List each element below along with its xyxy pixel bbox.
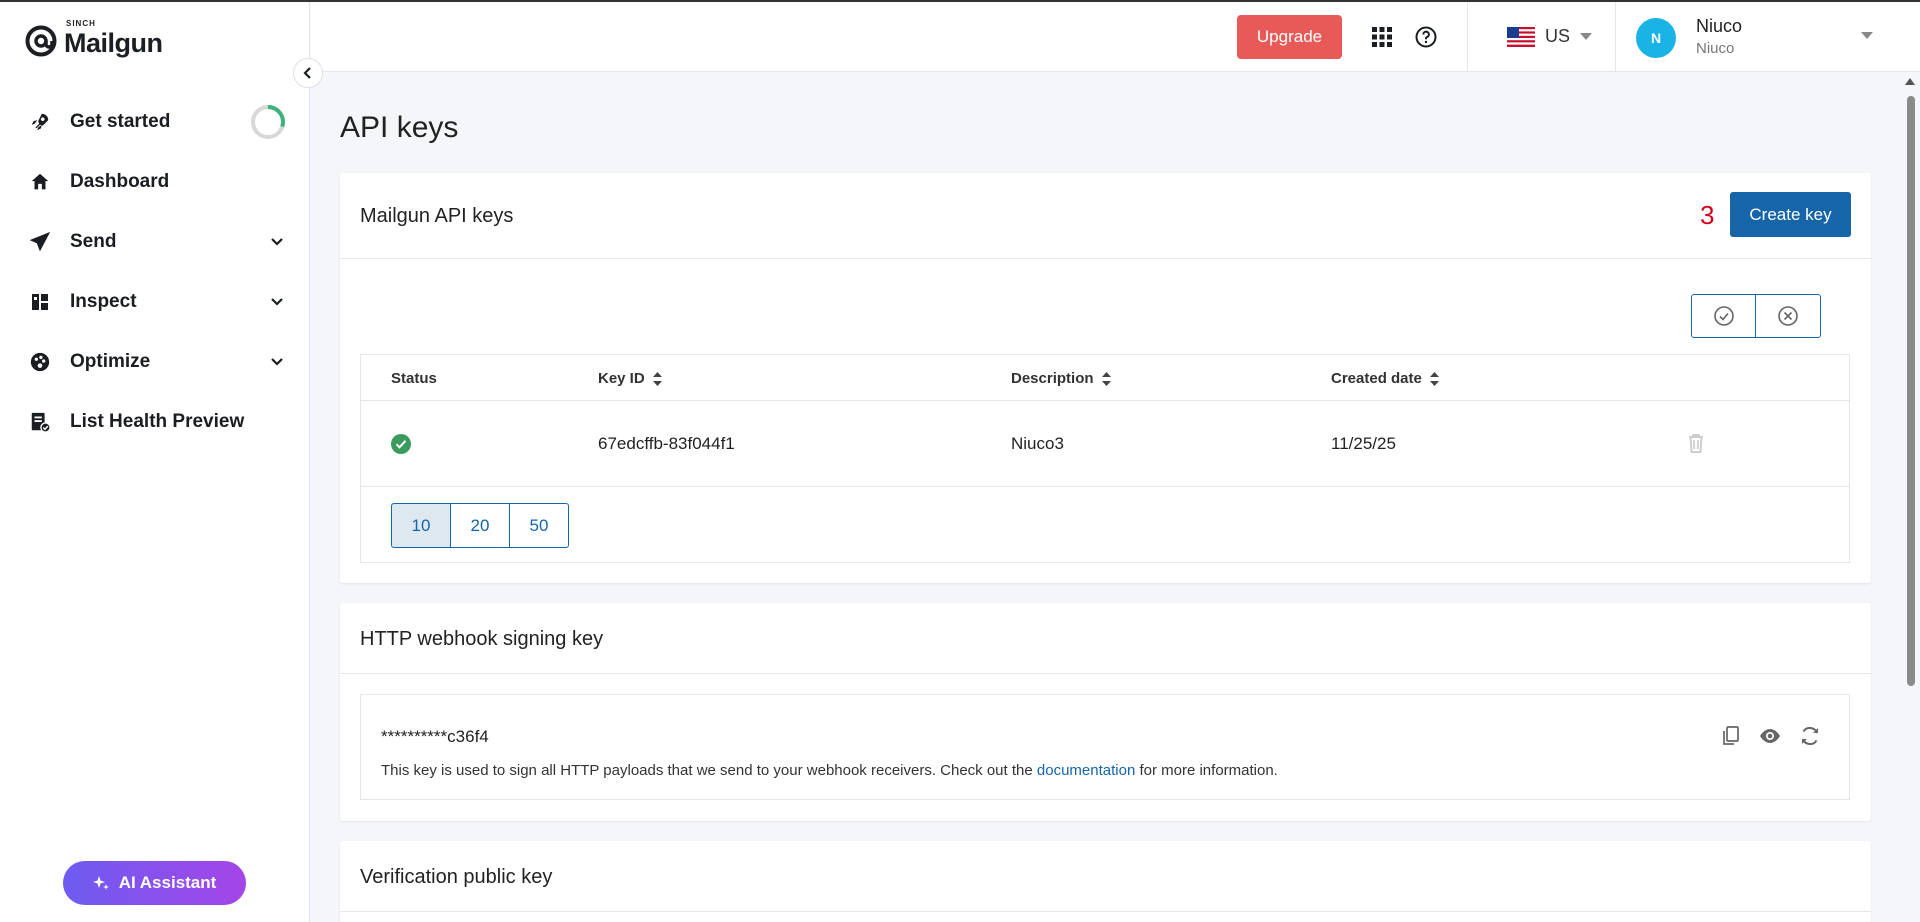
column-key-id[interactable]: Key ID <box>598 370 662 387</box>
masked-signing-key: **********c36f4 <box>381 727 489 746</box>
sparkle-icon <box>92 876 109 890</box>
sidebar-item-send[interactable]: Send <box>0 212 310 272</box>
top-bar: Upgrade US N Niuco Niuco <box>311 2 1920 72</box>
ai-assistant-button[interactable]: AI Assistant <box>63 861 246 905</box>
sort-icon <box>1429 371 1439 386</box>
sidebar: SINCH Mailgun Get started Dashboard Send… <box>0 0 310 922</box>
rocket-icon <box>28 110 52 134</box>
sidebar-item-label: Inspect <box>70 291 137 312</box>
chevron-down-icon <box>271 298 283 306</box>
list-check-icon <box>28 410 52 434</box>
webhook-key-box: **********c36f4 This key is used to sign… <box>360 694 1850 800</box>
apps-grid-icon[interactable] <box>1371 26 1393 53</box>
api-keys-title: Mailgun API keys <box>360 205 514 227</box>
sidebar-item-list-health-preview[interactable]: List Health Preview <box>0 392 310 452</box>
mailgun-logo[interactable]: SINCH Mailgun <box>24 19 163 59</box>
page-size-20-button[interactable]: 20 <box>450 503 510 548</box>
page-scrollbar[interactable] <box>1903 76 1917 922</box>
user-name: Niuco <box>1696 16 1743 36</box>
sidebar-item-inspect[interactable]: Inspect <box>0 272 310 332</box>
caret-down-icon <box>1580 32 1593 40</box>
trash-icon[interactable] <box>1686 432 1706 459</box>
sidebar-item-label: Get started <box>70 111 171 132</box>
description-cell: Niuco3 <box>1011 434 1064 453</box>
chevron-down-icon <box>271 238 283 246</box>
sidebar-item-label: Send <box>70 231 117 252</box>
sidebar-item-dashboard[interactable]: Dashboard <box>0 152 310 212</box>
create-key-button[interactable]: Create key <box>1730 192 1851 237</box>
verification-card-header: Verification public key <box>340 841 1871 912</box>
table-row: 67edcffb-83f044f1 Niuco3 11/25/25 <box>361 401 1849 487</box>
sidebar-item-label: Dashboard <box>70 171 170 192</box>
user-account: Niuco <box>1696 40 1735 57</box>
column-description[interactable]: Description <box>1011 370 1111 387</box>
page-title: API keys <box>340 111 459 144</box>
sidebar-item-get-started[interactable]: Get started <box>0 92 310 152</box>
dashboard-grid-icon <box>28 290 52 314</box>
created-date-cell: 11/25/25 <box>1331 434 1396 453</box>
status-active-icon <box>391 434 411 454</box>
logo-text: Mailgun <box>64 28 163 58</box>
window-top-border <box>0 0 1920 2</box>
home-icon <box>28 170 52 194</box>
column-status: Status <box>391 370 437 387</box>
x-circle-icon <box>1778 306 1798 326</box>
status-filter-group <box>1691 294 1821 338</box>
sort-icon <box>1101 371 1111 386</box>
logo-sinch-text: SINCH <box>66 19 96 28</box>
caret-down-icon <box>1861 32 1873 39</box>
topbar-divider <box>1467 2 1468 72</box>
mailgun-logo-icon <box>25 25 57 56</box>
collapse-sidebar-button[interactable] <box>293 58 323 88</box>
verification-public-key-card: Verification public key <box>340 841 1871 922</box>
help-icon[interactable] <box>1414 25 1438 54</box>
page-size-selector: 10 20 50 <box>391 503 569 548</box>
verification-title: Verification public key <box>360 866 553 888</box>
copy-icon[interactable] <box>1721 725 1741 747</box>
paper-plane-icon <box>28 230 52 254</box>
key-actions <box>1703 725 1821 747</box>
scroll-up-arrow-icon[interactable] <box>1905 78 1915 86</box>
sidebar-item-label: List Health Preview <box>70 411 245 432</box>
webhook-card-header: HTTP webhook signing key <box>340 603 1871 674</box>
region-label: US <box>1545 26 1571 46</box>
signing-key-note: This key is used to sign all HTTP payloa… <box>381 762 1278 779</box>
topbar-divider <box>1615 2 1616 72</box>
key-id-cell: 67edcffb-83f044f1 <box>598 434 735 453</box>
eye-icon[interactable] <box>1759 725 1781 747</box>
upgrade-button[interactable]: Upgrade <box>1237 15 1342 59</box>
filter-active-button[interactable] <box>1691 294 1756 338</box>
sort-icon <box>652 371 662 386</box>
page-size-50-button[interactable]: 50 <box>509 503 569 548</box>
chevron-left-icon <box>303 67 311 79</box>
api-keys-table: Status Key ID Description Created date 6… <box>360 354 1850 563</box>
refresh-icon[interactable] <box>1799 725 1821 747</box>
chevron-down-icon <box>271 358 283 366</box>
check-circle-icon <box>1713 306 1734 326</box>
user-menu[interactable]: N Niuco Niuco <box>1636 12 1886 64</box>
step-number: 3 <box>1700 200 1715 230</box>
ai-assistant-label: AI Assistant <box>118 873 217 892</box>
api-keys-card-header: Mailgun API keys 3 Create key <box>340 173 1871 259</box>
sidebar-item-label: Optimize <box>70 351 151 372</box>
region-selector[interactable]: US <box>1507 26 1593 47</box>
page-size-10-button[interactable]: 10 <box>391 503 451 548</box>
column-created-date[interactable]: Created date <box>1331 370 1439 387</box>
webhook-signing-key-card: HTTP webhook signing key **********c36f4… <box>340 603 1871 821</box>
sidebar-nav: Get started Dashboard Send Inspect Optim… <box>0 92 310 452</box>
filter-inactive-button[interactable] <box>1756 294 1821 338</box>
scroll-thumb[interactable] <box>1907 96 1915 686</box>
api-keys-card: Mailgun API keys 3 Create key Status Key… <box>340 173 1871 583</box>
documentation-link[interactable]: documentation <box>1037 762 1135 779</box>
avatar: N <box>1636 18 1676 58</box>
webhook-title: HTTP webhook signing key <box>360 628 604 650</box>
get-started-progress-ring <box>251 105 285 139</box>
sidebar-item-optimize[interactable]: Optimize <box>0 332 310 392</box>
palette-icon <box>28 350 52 374</box>
us-flag-icon <box>1507 26 1535 47</box>
table-header: Status Key ID Description Created date <box>361 355 1849 401</box>
